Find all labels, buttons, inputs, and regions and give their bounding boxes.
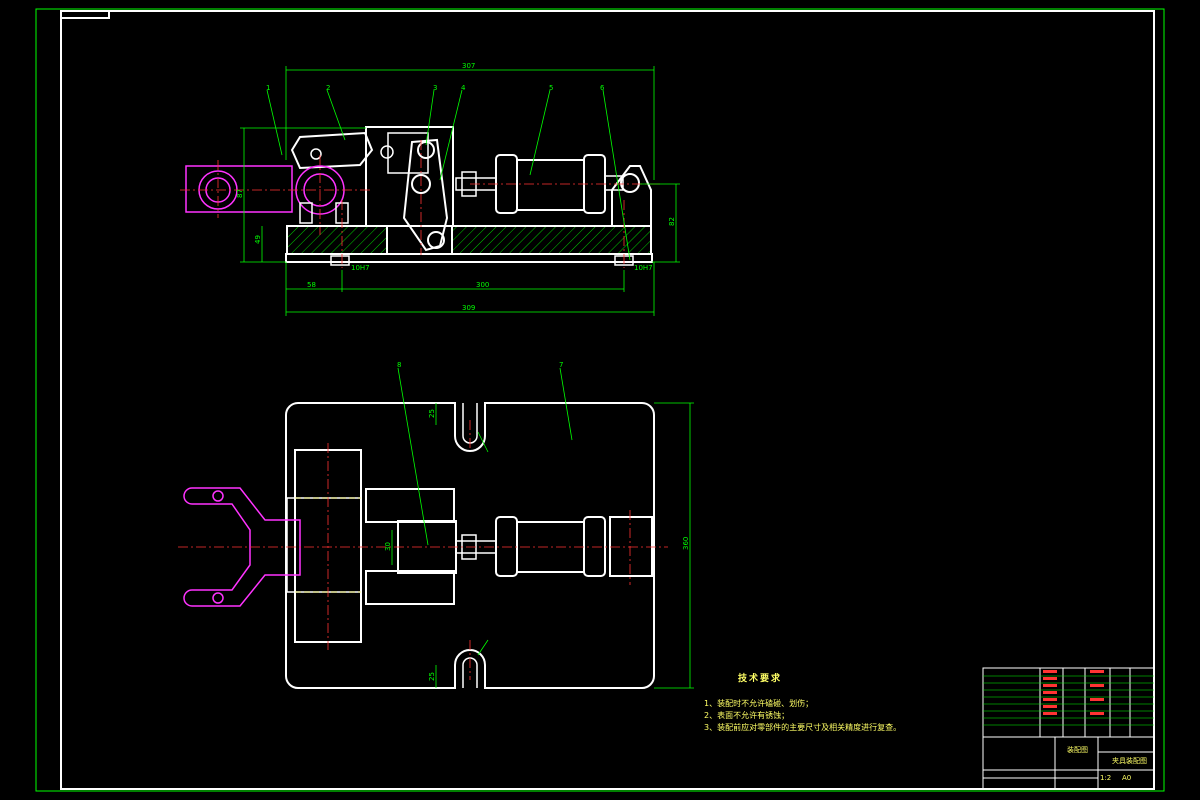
dim-309: 309 bbox=[462, 304, 475, 312]
front-view: 307 300 309 58 10H7 10H7 87 49 82 1 2 3 … bbox=[180, 62, 680, 316]
plan-clamp-inner bbox=[286, 497, 362, 593]
dim-307: 307 bbox=[462, 62, 475, 70]
tech-requirement-2: 2、表面不允许有锈蚀； bbox=[704, 711, 790, 720]
base-section-right bbox=[451, 225, 652, 255]
dim-87: 87 bbox=[236, 189, 244, 198]
clamp-arm bbox=[290, 131, 374, 170]
plan-support-top bbox=[365, 488, 455, 523]
front-dimension-lines bbox=[240, 66, 680, 316]
sheet-outer-border bbox=[35, 8, 1165, 792]
arm-pin-2 bbox=[380, 145, 394, 159]
dim-360: 360 bbox=[682, 537, 690, 550]
plan-cylinder-cap-left bbox=[495, 516, 518, 577]
plan-dimension-lines bbox=[391, 367, 694, 689]
dim-300: 300 bbox=[476, 281, 489, 289]
title-block-view-label: 装配图 bbox=[1067, 746, 1088, 754]
tech-requirements-title: 技术要求 bbox=[738, 674, 783, 684]
dim-fit-right: 10H7 bbox=[634, 264, 653, 272]
balloon-3: 3 bbox=[433, 84, 437, 92]
balloon-2: 2 bbox=[326, 84, 330, 92]
balloon-6: 6 bbox=[600, 84, 605, 92]
plan-support-bottom bbox=[365, 570, 455, 605]
title-block-scale: 1:2 bbox=[1100, 774, 1112, 782]
base-section-left bbox=[286, 225, 388, 255]
dim-58: 58 bbox=[307, 281, 316, 289]
support-slot bbox=[387, 132, 429, 174]
title-block bbox=[982, 667, 1155, 790]
title-block-drawing-name: 夹具装配图 bbox=[1112, 757, 1147, 765]
dim-25-bottom: 25 bbox=[428, 672, 436, 681]
base-plate bbox=[285, 253, 653, 263]
title-block-red-marks bbox=[1043, 670, 1104, 715]
balloon-7: 7 bbox=[559, 361, 563, 369]
cad-drawing-canvas: 307 300 309 58 10H7 10H7 87 49 82 1 2 3 … bbox=[35, 8, 1165, 792]
title-block-sheet: A0 bbox=[1122, 774, 1132, 782]
plan-centerlines bbox=[178, 420, 668, 680]
plan-right-post bbox=[609, 516, 653, 577]
dim-fit-left: 10H7 bbox=[351, 264, 370, 272]
dim-49: 49 bbox=[254, 235, 262, 244]
balloon-8: 8 bbox=[397, 361, 401, 369]
sheet-inner-border bbox=[60, 10, 1155, 790]
dim-30: 30 bbox=[384, 542, 392, 551]
plan-view: 360 25 25 30 7 8 bbox=[178, 361, 694, 689]
tech-requirement-3: 3、装配前应对零部件的主要尺寸及相关精度进行复查。 bbox=[704, 723, 902, 732]
title-block-rows bbox=[983, 675, 1154, 726]
corner-tab bbox=[61, 11, 110, 19]
cylinder-body bbox=[516, 159, 585, 211]
balloon-4: 4 bbox=[461, 84, 466, 92]
support-block bbox=[365, 126, 454, 227]
dim-82: 82 bbox=[668, 217, 676, 226]
balloon-1: 1 bbox=[266, 84, 270, 92]
base-foot-left bbox=[330, 255, 350, 266]
arm-pin-1 bbox=[310, 148, 322, 160]
tech-requirement-1: 1、装配时不允许磕碰、划伤； bbox=[704, 699, 814, 708]
balloon-5: 5 bbox=[549, 84, 553, 92]
dim-25-top: 25 bbox=[428, 409, 436, 418]
plan-cylinder-cap-right bbox=[583, 516, 606, 577]
